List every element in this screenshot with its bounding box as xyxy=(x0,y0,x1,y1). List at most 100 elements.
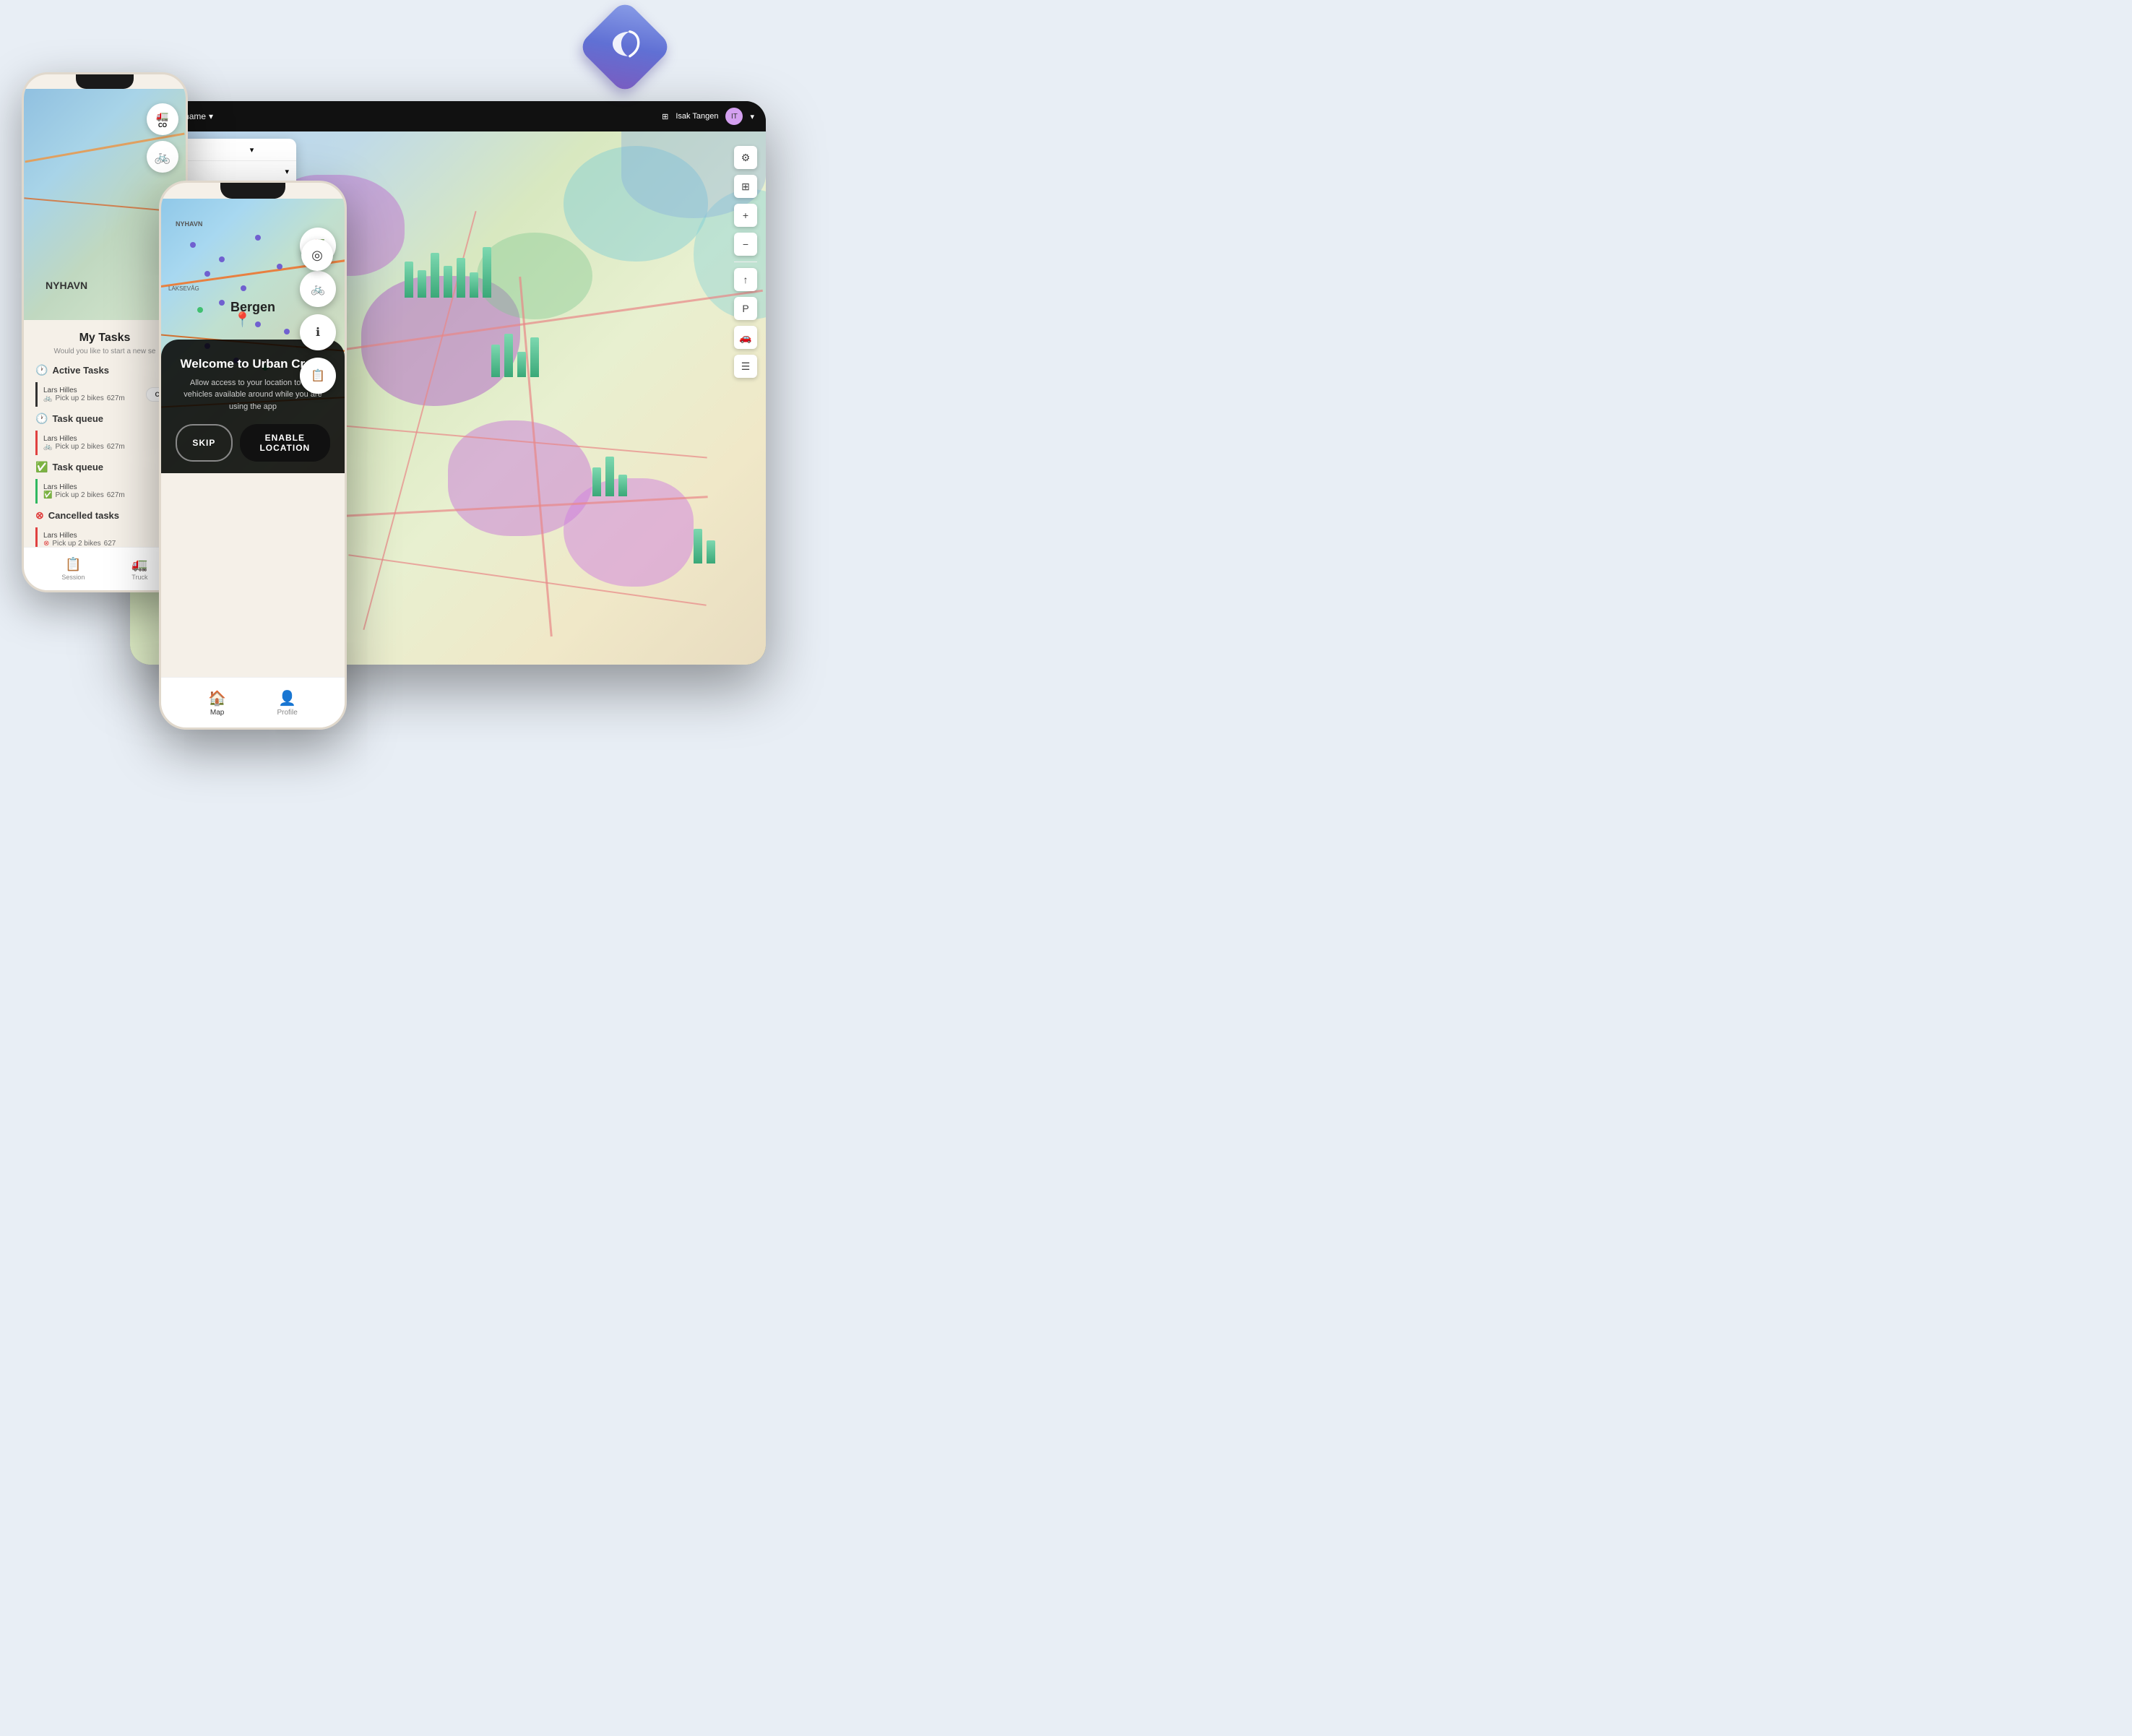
active-task-item: Lars Hilles 🚲 Pick up 2 bikes 627m CO xyxy=(35,382,174,407)
cancelled-task-person: Lars Hilles xyxy=(43,532,174,540)
app-icon xyxy=(585,7,665,87)
vehicle-view-button[interactable]: 🚗 xyxy=(734,326,757,349)
compass-button[interactable]: ↑ xyxy=(734,268,757,291)
settings-tool-button[interactable]: ⚙ xyxy=(734,146,757,169)
chevron-down-icon: ▾ xyxy=(209,111,213,121)
fg-info-button[interactable]: ℹ xyxy=(300,314,336,350)
zoom-in-button[interactable]: + xyxy=(734,204,757,227)
fg-clipboard-button[interactable]: 📋 xyxy=(300,358,336,394)
tablet-header-right: ⊞ Isak Tangen IT ▾ xyxy=(662,108,754,125)
session-label: Session xyxy=(61,574,85,581)
phone-fg-nav-map[interactable]: 🏠 Map xyxy=(208,689,226,717)
tablet-header: ⊞ 📊 City name ▾ ⊞ Isak Tangen IT ▾ xyxy=(130,101,766,131)
map-dot-green-1 xyxy=(197,307,203,313)
location-permission-buttons: SKIP ENABLE LOCATION xyxy=(176,424,330,462)
task-queue-1-person: Lars Hilles xyxy=(43,435,174,443)
user-name-label: Isak Tangen xyxy=(676,112,718,121)
map-dot-5 xyxy=(241,285,246,291)
task-queue-2-header: ✅ Task queue xyxy=(35,461,174,473)
active-tasks-label: Active Tasks xyxy=(52,365,109,376)
task-queue-2-desc-text: Pick up 2 bikes xyxy=(55,491,103,499)
task-queue-2-item: Lars Hilles ✅ Pick up 2 bikes 627m xyxy=(35,479,174,504)
nyhavn-label-fg: NYHAVN xyxy=(176,220,202,228)
filter-dropdown-icon[interactable]: ▾ xyxy=(285,167,289,176)
zoom-out-button[interactable]: − xyxy=(734,233,757,256)
phone-bg-truck-btn[interactable]: 🚛 CO xyxy=(147,103,178,135)
location-icon: ◎ xyxy=(311,248,323,263)
phone-fg-map: Bergen 📍 NYHAVN LAKSEVÅG 🚛 xyxy=(161,199,345,473)
chevron-down-icon-2: ▾ xyxy=(750,112,754,121)
profile-nav-label: Profile xyxy=(277,709,297,717)
truck-label: Truck xyxy=(131,574,147,581)
active-task-desc: 🚲 Pick up 2 bikes 627m xyxy=(43,394,125,402)
map-nav-icon: 🏠 xyxy=(208,689,226,707)
task-queue-2-person: Lars Hilles xyxy=(43,483,174,491)
cancelled-tasks-header: ⊗ Cancelled tasks xyxy=(35,509,174,522)
task-queue-1-header: 🕐 Task queue xyxy=(35,413,174,425)
bottom-nav-session[interactable]: 📋 Session xyxy=(61,557,85,581)
my-tasks-title: My Tasks xyxy=(35,332,174,345)
clock-icon: 🕐 xyxy=(35,364,48,376)
map-dot-7 xyxy=(219,300,225,306)
session-icon: 📋 xyxy=(65,557,81,572)
enable-location-button[interactable]: ENABLE LOCATION xyxy=(240,424,330,462)
task-queue-1-label: Task queue xyxy=(52,413,103,424)
map-dot-2 xyxy=(219,256,225,262)
fg-info-icon: ℹ xyxy=(316,325,320,340)
skip-location-button[interactable]: SKIP xyxy=(176,424,233,462)
my-tasks-subtitle: Would you like to start a new se xyxy=(35,347,174,355)
phone-fg-notch xyxy=(220,183,285,199)
task-queue-1-desc: 🚲 Pick up 2 bikes 627m xyxy=(43,443,174,451)
fullscreen-tool-button[interactable]: ⊞ xyxy=(734,175,757,198)
truck-nav-icon: 🚛 xyxy=(131,557,147,572)
map-towers-group-4 xyxy=(694,529,715,563)
clock-icon-2: 🕐 xyxy=(35,413,48,425)
active-task-desc-text: Pick up 2 bikes xyxy=(55,394,103,402)
active-task-dist: 627m xyxy=(107,394,125,402)
phone-bg-vehicle-btns: 🚛 CO 🚲 xyxy=(147,103,178,173)
task-queue-1-dist: 627m xyxy=(107,443,125,451)
fg-location-button[interactable]: ◎ xyxy=(301,239,333,271)
cancelled-tasks-label: Cancelled tasks xyxy=(48,510,119,521)
phone-bg-notch xyxy=(76,74,134,89)
check-icon: ✅ xyxy=(35,461,48,473)
map-dot-3 xyxy=(255,235,261,241)
task-queue-2-desc: ✅ Pick up 2 bikes 627m xyxy=(43,491,174,499)
search-dropdown-icon[interactable]: ▾ xyxy=(250,145,254,155)
map-towers-group-2 xyxy=(491,334,539,377)
parking-button[interactable]: P xyxy=(734,297,757,320)
bike-check-icon: ✅ xyxy=(43,491,52,499)
bike-cancel-icon: 🚲 xyxy=(43,443,52,451)
bottom-nav-truck[interactable]: 🚛 Truck xyxy=(131,557,147,581)
map-dot-6 xyxy=(277,264,282,269)
phone-fg-nav-profile[interactable]: 👤 Profile xyxy=(277,689,297,717)
task-queue-1-item: Lars Hilles 🚲 Pick up 2 bikes 627m xyxy=(35,431,174,455)
map-nav-label: Map xyxy=(210,709,224,717)
map-dot-8 xyxy=(255,321,261,327)
grid-view-icon: ⊞ xyxy=(662,112,668,121)
active-task-person: Lars Hilles xyxy=(43,387,125,394)
bergen-location-pin: 📍 xyxy=(233,311,251,329)
cancel-icon: ⊗ xyxy=(35,509,44,522)
map-dot-4 xyxy=(204,271,210,277)
profile-nav-icon: 👤 xyxy=(278,689,296,707)
task-queue-2-dist: 627m xyxy=(107,491,125,499)
map-dot-1 xyxy=(190,242,196,248)
layers-button[interactable]: ☰ xyxy=(734,355,757,378)
phone-bg-truck-count: CO xyxy=(158,122,167,129)
phone-bg-bike-btn[interactable]: 🚲 xyxy=(147,141,178,173)
user-avatar: IT xyxy=(725,108,743,125)
phone-fg-bottom-nav: 🏠 Map 👤 Profile xyxy=(161,677,345,727)
fg-bike-button[interactable]: 🚲 xyxy=(300,271,336,307)
fg-bike-icon: 🚲 xyxy=(311,282,325,296)
phone-fg-device: Bergen 📍 NYHAVN LAKSEVÅG 🚛 xyxy=(159,181,347,730)
map-towers-group xyxy=(405,247,491,298)
active-tasks-header: 🕐 Active Tasks xyxy=(35,364,174,376)
fg-clipboard-icon: 📋 xyxy=(311,368,325,383)
app-icon-symbol xyxy=(607,25,644,69)
task-queue-2-label: Task queue xyxy=(52,462,103,472)
bike-icon-sm: 🚲 xyxy=(43,394,52,402)
map-towers-group-3 xyxy=(592,457,627,496)
map-dot-11 xyxy=(284,329,290,334)
map-toolbar: ⚙ ⊞ + − ↑ P 🚗 ☰ xyxy=(734,146,757,378)
